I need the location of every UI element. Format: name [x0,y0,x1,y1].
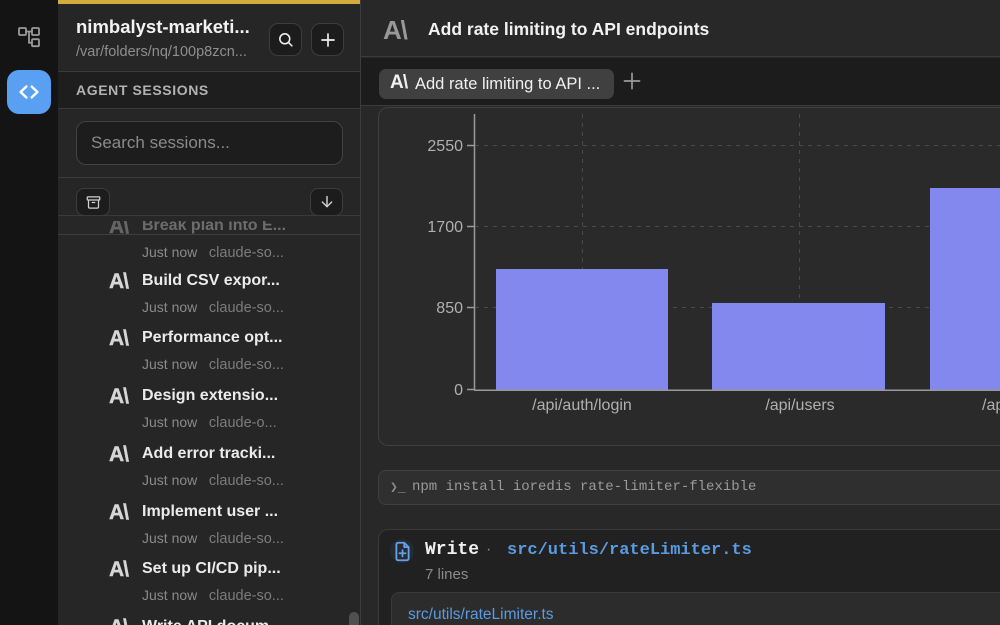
svg-text:/api/users: /api/users [765,397,834,414]
svg-text:850: 850 [436,300,463,317]
svg-text:0: 0 [454,382,463,399]
svg-text:/api/orders: /api/orders [982,397,1000,414]
svg-text:/api/auth/login: /api/auth/login [532,397,632,414]
svg-text:1700: 1700 [427,219,463,236]
svg-text:2550: 2550 [427,138,463,155]
